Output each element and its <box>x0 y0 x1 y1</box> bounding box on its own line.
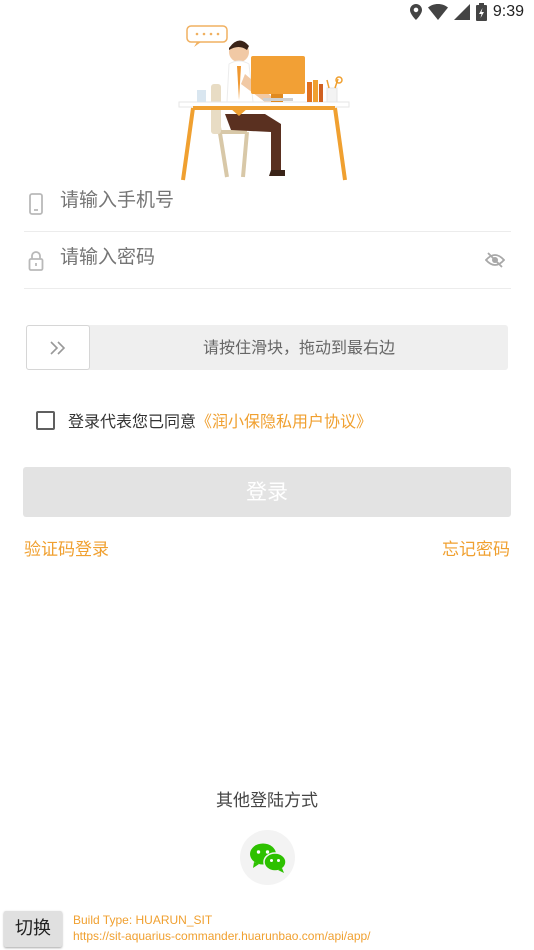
login-button[interactable]: 登录 <box>23 467 511 517</box>
signal-icon <box>453 4 470 20</box>
status-icons: 9:39 <box>409 3 524 21</box>
wechat-icon <box>249 843 287 873</box>
phone-icon <box>29 193 43 215</box>
sms-login-link[interactable]: 验证码登录 <box>24 535 109 560</box>
api-url: https://sit-aquarius-commander.huarunbao… <box>73 929 371 943</box>
slider-hint: 请按住滑块，拖动到最右边 <box>202 338 395 357</box>
other-login-title: 其他登陆方式 <box>216 791 318 811</box>
lock-icon <box>28 251 44 271</box>
switch-env-button[interactable]: 切换 <box>4 911 62 947</box>
privacy-agreement-link[interactable]: 《润小保隐私用户协议》 <box>196 408 372 432</box>
battery-icon <box>475 3 487 21</box>
eye-off-icon[interactable] <box>485 251 505 269</box>
wifi-icon <box>427 4 448 20</box>
password-field[interactable] <box>24 232 511 289</box>
agreement-checkbox[interactable] <box>36 410 55 430</box>
password-input[interactable] <box>60 247 460 269</box>
phone-input[interactable] <box>60 190 460 212</box>
slider-handle[interactable] <box>26 325 90 370</box>
agreement-row: 登录代表您已同意 《润小保隐私用户协议》 <box>36 408 372 432</box>
wechat-login-button[interactable] <box>240 830 295 885</box>
forgot-password-link[interactable]: 忘记密码 <box>442 535 510 560</box>
phone-field[interactable] <box>24 175 511 232</box>
build-type: Build Type: HUARUN_SIT <box>73 913 213 927</box>
hero-illustration <box>178 25 350 181</box>
location-icon <box>409 4 422 20</box>
build-info: Build Type: HUARUN_SIT https://sit-aquar… <box>73 912 371 944</box>
slider-captcha: 请按住滑块，拖动到最右边 <box>26 325 508 370</box>
status-time: 9:39 <box>492 3 524 20</box>
agreement-text: 登录代表您已同意 <box>68 412 197 431</box>
double-chevron-right-icon <box>50 340 66 355</box>
